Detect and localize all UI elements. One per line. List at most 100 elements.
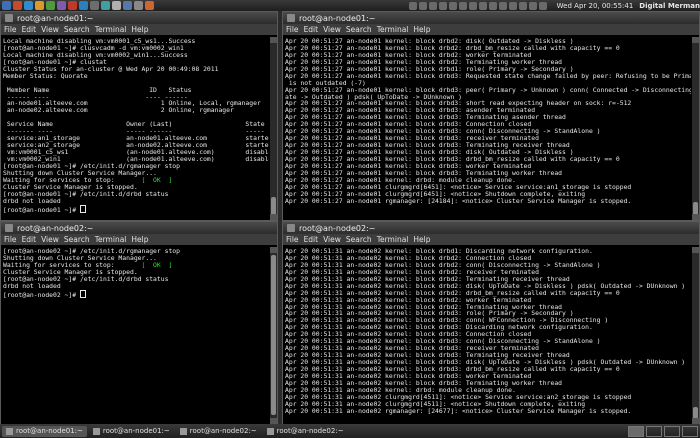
- menu-item-view[interactable]: View: [41, 25, 59, 34]
- terminal-window-node02-right[interactable]: root@an-node02:~ File Edit View Search Termi…: [282, 221, 700, 425]
- menu-item-search[interactable]: Search: [64, 25, 90, 34]
- menu-item-edit[interactable]: Edit: [22, 25, 37, 34]
- window-titlebar[interactable]: root@an-node02:~: [283, 222, 699, 234]
- scroll-up-arrow-icon[interactable]: [692, 247, 699, 253]
- scrollbar-thumb[interactable]: [271, 255, 276, 415]
- taskbar-window-button[interactable]: root@an-node02:~: [263, 426, 348, 437]
- terminal-line: drbd not loaded: [3, 196, 61, 205]
- tray-applet-icon[interactable]: [408, 1, 417, 10]
- app-launcher-icon[interactable]: [101, 1, 110, 10]
- menu-item-terminal[interactable]: Terminal: [95, 25, 127, 34]
- user-menu[interactable]: Digital Merman: [639, 2, 700, 10]
- tray-applet-icon[interactable]: [508, 1, 517, 10]
- workspace-switcher-cell[interactable]: [682, 425, 698, 437]
- menu-item-file[interactable]: File: [286, 235, 299, 244]
- menu-item-file[interactable]: File: [4, 235, 17, 244]
- window-titlebar[interactable]: root@an-node01:~: [1, 12, 277, 24]
- menu-item-file[interactable]: File: [286, 25, 299, 34]
- menu-item-help[interactable]: Help: [413, 25, 430, 34]
- menu-item-search[interactable]: Search: [346, 235, 372, 244]
- scrollbar[interactable]: [692, 247, 699, 424]
- tray-applet-icon[interactable]: [428, 1, 437, 10]
- terminal-output[interactable]: Apr 20 00:51:27 an-node01 kernel: block …: [283, 37, 691, 220]
- app-launcher-icon[interactable]: [123, 1, 132, 10]
- app-launcher-icon[interactable]: [90, 1, 99, 10]
- terminal-line: drbd not loaded: [3, 281, 61, 290]
- app-launcher-icon[interactable]: [13, 1, 22, 10]
- menu-item-edit[interactable]: Edit: [22, 235, 37, 244]
- taskbar-window-button[interactable]: root@an-node02:~: [176, 426, 261, 437]
- menu-item-help[interactable]: Help: [413, 235, 430, 244]
- window-title: root@an-node02:~: [17, 223, 94, 233]
- scroll-down-arrow-icon[interactable]: [270, 214, 277, 220]
- app-launcher-icon[interactable]: [57, 1, 66, 10]
- tray-applet-icon[interactable]: [488, 1, 497, 10]
- menu-item-terminal[interactable]: Terminal: [377, 235, 409, 244]
- menu-item-view[interactable]: View: [323, 235, 341, 244]
- taskbar: root@an-node01:~ root@an-node01:~ root@an-…: [0, 424, 700, 438]
- terminal-icon: [179, 427, 187, 435]
- menu-item-view[interactable]: View: [41, 235, 59, 244]
- top-panel: Wed Apr 20, 00:55:41 Digital Merman: [0, 0, 700, 11]
- app-launcher-icon[interactable]: [145, 1, 154, 10]
- terminal-output[interactable]: [root@an-node02 ~]# /etc/init.d/rgmanage…: [1, 247, 269, 424]
- app-launcher-icon[interactable]: [35, 1, 44, 10]
- tray-applet-icon[interactable]: [498, 1, 507, 10]
- tray-applet-icon[interactable]: [418, 1, 427, 10]
- menu-item-view[interactable]: View: [323, 25, 341, 34]
- scroll-up-arrow-icon[interactable]: [270, 37, 277, 43]
- terminal-icon: [5, 14, 13, 22]
- workspace-switcher-cell[interactable]: [628, 425, 644, 437]
- menu-bar: File Edit View Search Terminal Help: [1, 24, 277, 35]
- terminal-window-node01-left[interactable]: root@an-node01:~ File Edit View Search Termi…: [0, 11, 278, 221]
- tray-applet-icon[interactable]: [478, 1, 487, 10]
- terminal-line: Member Status: Quorate: [3, 71, 88, 80]
- menu-item-terminal[interactable]: Terminal: [377, 25, 409, 34]
- workspace-switcher-cell[interactable]: [646, 425, 662, 437]
- taskbar-window-label: root@an-node02:~: [189, 427, 257, 435]
- scroll-up-arrow-icon[interactable]: [270, 247, 277, 253]
- scrollbar[interactable]: [270, 37, 277, 220]
- app-launcher-icon[interactable]: [2, 1, 11, 10]
- scroll-down-arrow-icon[interactable]: [692, 214, 699, 220]
- terminal-output[interactable]: Apr 20 00:51:31 an-node02 kernel: block …: [283, 247, 691, 424]
- menu-item-help[interactable]: Help: [131, 25, 148, 34]
- menu-item-search[interactable]: Search: [64, 235, 90, 244]
- app-launcher-icon[interactable]: [24, 1, 33, 10]
- tray-applet-icon[interactable]: [458, 1, 467, 10]
- menu-item-terminal[interactable]: Terminal: [95, 235, 127, 244]
- launcher-bar: [0, 1, 154, 10]
- taskbar-window-button[interactable]: root@an-node01:~: [89, 426, 174, 437]
- taskbar-window-label: root@an-node01:~: [102, 427, 170, 435]
- app-launcher-icon[interactable]: [134, 1, 143, 10]
- text-cursor: [79, 204, 86, 213]
- tray-applet-icon[interactable]: [468, 1, 477, 10]
- tray-applet-icon[interactable]: [448, 1, 457, 10]
- app-launcher-icon[interactable]: [68, 1, 77, 10]
- window-titlebar[interactable]: root@an-node02:~: [1, 222, 277, 234]
- scrollbar[interactable]: [692, 37, 699, 220]
- menu-item-help[interactable]: Help: [131, 235, 148, 244]
- terminal-output[interactable]: Local machine disabling vm:vm0001_c5_ws1…: [1, 37, 269, 220]
- menu-item-file[interactable]: File: [4, 25, 17, 34]
- tray-applet-icon[interactable]: [538, 1, 547, 10]
- terminal-window-node01-right[interactable]: root@an-node01:~ File Edit View Search Termi…: [282, 11, 700, 221]
- app-launcher-icon[interactable]: [112, 1, 121, 10]
- menu-item-edit[interactable]: Edit: [304, 25, 319, 34]
- menu-item-edit[interactable]: Edit: [304, 235, 319, 244]
- app-launcher-icon[interactable]: [46, 1, 55, 10]
- tray-applet-icon[interactable]: [438, 1, 447, 10]
- terminal-window-node02-left[interactable]: root@an-node02:~ File Edit View Search Termi…: [0, 221, 278, 425]
- scroll-up-arrow-icon[interactable]: [692, 37, 699, 43]
- tray-applet-icon[interactable]: [518, 1, 527, 10]
- tray-applet-icon[interactable]: [528, 1, 537, 10]
- scrollbar[interactable]: [270, 247, 277, 424]
- clock[interactable]: Wed Apr 20, 00:55:41: [557, 2, 634, 10]
- terminal-line: an-node02.alteeve.com 2 Online, rgmanage…: [3, 106, 234, 115]
- window-titlebar[interactable]: root@an-node01:~: [283, 12, 699, 24]
- menu-item-search[interactable]: Search: [346, 25, 372, 34]
- taskbar-window-label: root@an-node02:~: [276, 427, 344, 435]
- taskbar-window-button[interactable]: root@an-node01:~: [2, 425, 87, 437]
- app-launcher-icon[interactable]: [79, 1, 88, 10]
- workspace-switcher-cell[interactable]: [664, 425, 680, 437]
